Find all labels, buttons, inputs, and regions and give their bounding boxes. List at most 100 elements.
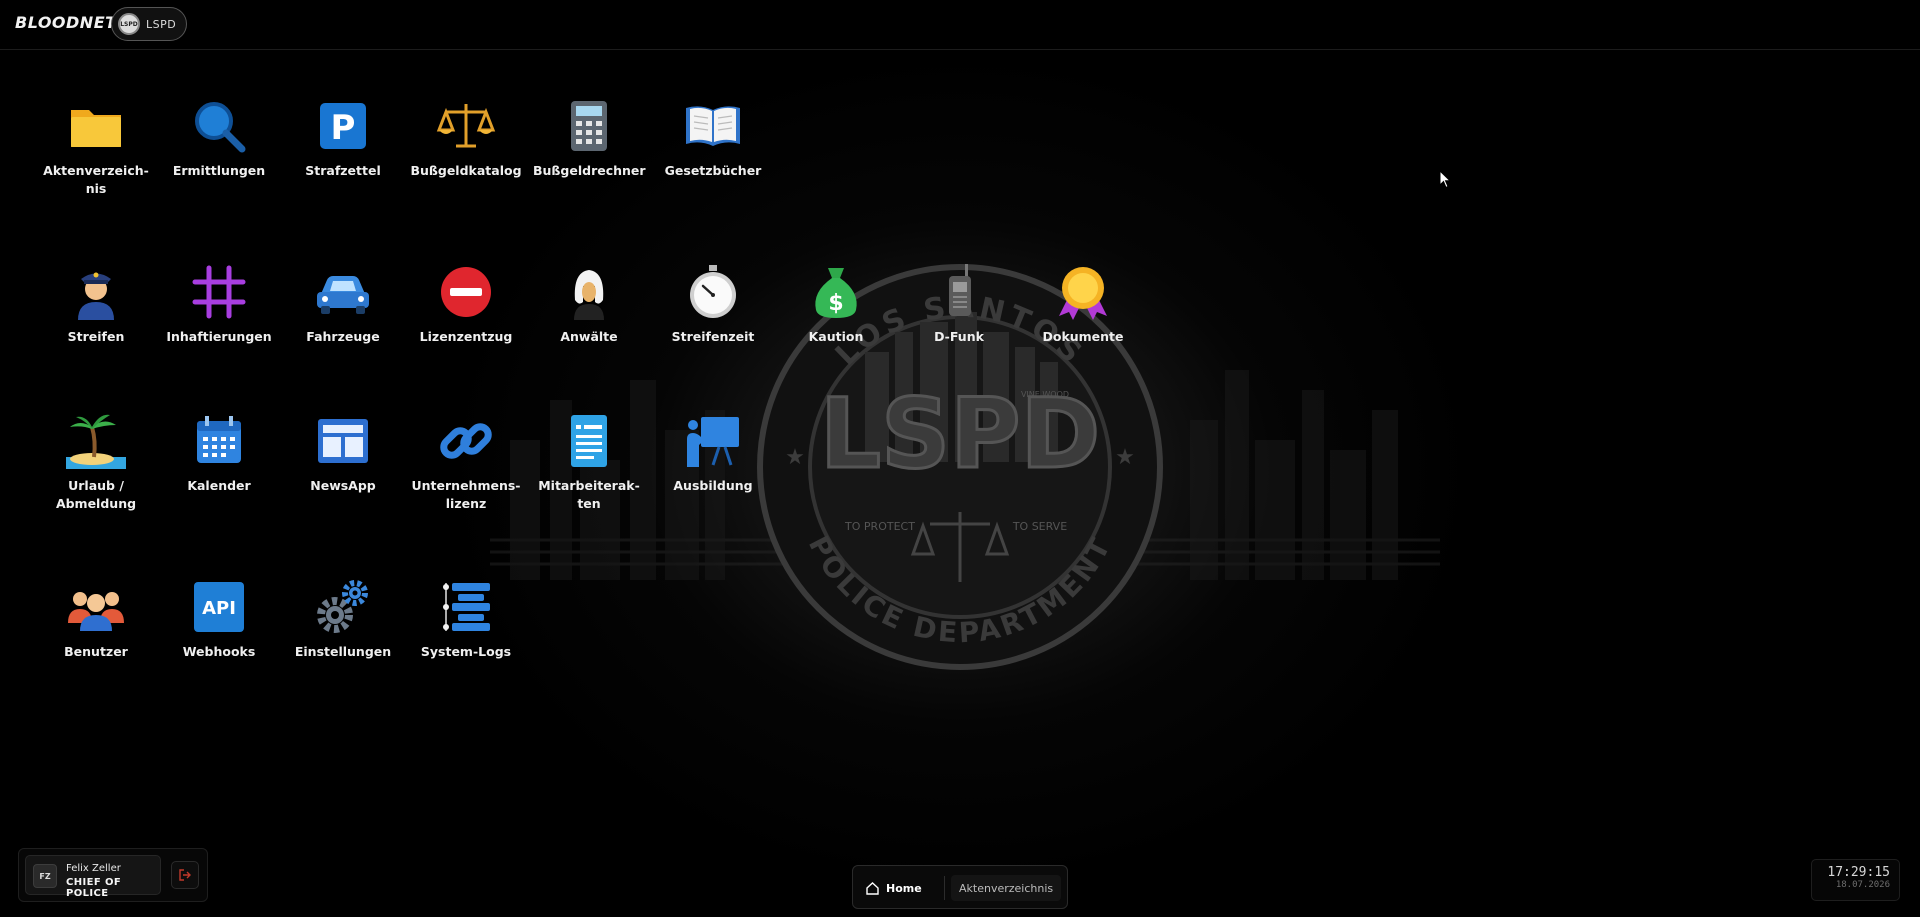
document-icon xyxy=(571,415,607,467)
app-lizenzentzug[interactable]: Lizenzentzug xyxy=(406,262,526,346)
lspd-badge-icon: LSPD xyxy=(118,13,140,35)
users-icon xyxy=(68,592,124,631)
app-bussgeldkatalog[interactable]: Bußgeldkatalog xyxy=(406,96,526,180)
app-streifenzeit[interactable]: Streifenzeit xyxy=(653,262,773,346)
app-label: Benutzer xyxy=(64,644,128,659)
book-icon xyxy=(686,106,740,146)
clock-widget: 17:29:15 18.07.2026 xyxy=(1811,859,1900,901)
mouse-cursor-icon xyxy=(1439,170,1451,189)
app-anwaelte[interactable]: Anwälte xyxy=(529,262,649,346)
svg-text:$: $ xyxy=(828,291,843,316)
app-label: Ermittlungen xyxy=(172,163,266,178)
news-icon xyxy=(318,419,368,463)
calendar-icon xyxy=(197,416,241,463)
brand-logo[interactable]: BLOODNET xyxy=(15,13,117,32)
user-role: CHIEF OF POLICE xyxy=(66,877,122,899)
seal-right-star: ★ xyxy=(1115,445,1135,470)
seal-left-motto: TO PROTECT xyxy=(844,520,915,533)
parking-icon: P xyxy=(320,103,366,149)
app-label: System-Logs xyxy=(420,644,512,659)
app-system-logs[interactable]: System-Logs xyxy=(406,577,526,661)
app-label: Unternehmens-lizenz xyxy=(411,478,521,511)
link-icon xyxy=(440,423,492,459)
scales-icon xyxy=(436,104,496,148)
home-button[interactable]: Home xyxy=(865,875,922,901)
logout-button[interactable] xyxy=(171,861,199,889)
org-switcher-chip[interactable]: LSPD LSPD xyxy=(111,7,187,41)
app-label: Ausbildung xyxy=(673,478,753,493)
seal-small-text: VINE WOOD xyxy=(1021,390,1069,399)
app-dokumente[interactable]: Dokumente xyxy=(1023,262,1143,346)
app-label: Bußgeldrechner xyxy=(533,163,646,178)
app-strafzettel[interactable]: P Strafzettel xyxy=(283,96,403,180)
app-label: D-Funk xyxy=(934,329,984,344)
medal-icon xyxy=(1059,267,1107,320)
org-name: LSPD xyxy=(146,17,177,31)
app-d-funk[interactable]: D-Funk xyxy=(899,262,1019,346)
app-label: Inhaftierungen xyxy=(166,329,272,344)
app-label: Urlaub / Abmeldung xyxy=(55,478,137,511)
home-label: Home xyxy=(886,881,922,895)
app-label: Lizenzentzug xyxy=(419,329,513,344)
app-aktenverzeichnis[interactable]: Aktenverzeich-nis xyxy=(36,96,156,198)
svg-text:API: API xyxy=(202,598,236,619)
app-label: Dokumente xyxy=(1042,329,1124,344)
app-label: Einstellungen xyxy=(294,644,392,659)
seal-right-motto: TO SERVE xyxy=(1012,520,1067,533)
app-streifen[interactable]: Streifen xyxy=(36,262,156,346)
app-bussgeldrechner[interactable]: Bußgeldrechner xyxy=(529,96,649,180)
breadcrumb-tab[interactable]: Aktenverzeichnis xyxy=(951,875,1062,901)
no-entry-icon xyxy=(441,267,491,317)
app-label: Bußgeldkatalog xyxy=(410,163,522,178)
bottom-navigation: Home Aktenverzeichnis xyxy=(852,865,1068,909)
app-benutzer[interactable]: Benutzer xyxy=(36,577,156,661)
app-label: Anwälte xyxy=(560,329,618,344)
app-urlaub-abmeldung[interactable]: Urlaub / Abmeldung xyxy=(36,411,156,513)
app-mitarbeiterakten[interactable]: Mitarbeiterak-ten xyxy=(529,411,649,513)
app-label: Fahrzeuge xyxy=(306,329,380,344)
user-panel: FZ Felix Zeller CHIEF OF POLICE xyxy=(18,848,208,902)
nav-divider xyxy=(944,876,945,900)
app-newsapp[interactable]: NewsApp xyxy=(283,411,403,495)
app-gesetzbuecher[interactable]: Gesetzbücher xyxy=(653,96,773,180)
app-inhaftierungen[interactable]: Inhaftierungen xyxy=(159,262,279,346)
logout-icon xyxy=(179,869,191,881)
app-label: Webhooks xyxy=(182,644,256,659)
app-ermittlungen[interactable]: Ermittlungen xyxy=(159,96,279,180)
clock-time: 17:29:15 xyxy=(1827,865,1890,880)
app-label: Streifenzeit xyxy=(671,329,755,344)
app-unternehmenslizenz[interactable]: Unternehmens-lizenz xyxy=(406,411,526,513)
user-name: Felix Zeller xyxy=(66,863,121,874)
seal-left-star: ★ xyxy=(785,445,805,470)
app-ausbildung[interactable]: Ausbildung xyxy=(653,411,773,495)
list-icon xyxy=(443,583,490,631)
app-label: Streifen xyxy=(67,329,125,344)
svg-text:P: P xyxy=(331,108,356,148)
app-label: Mitarbeiterak-ten xyxy=(538,478,640,511)
top-bar: BLOODNET LSPD LSPD xyxy=(0,0,1920,50)
officer-icon xyxy=(78,272,114,320)
home-icon xyxy=(866,881,879,895)
app-kaution[interactable]: $ Kaution xyxy=(776,262,896,346)
gears-icon xyxy=(317,580,368,633)
app-label: Kaution xyxy=(808,329,864,344)
avatar: FZ xyxy=(33,864,57,888)
money-bag-icon: $ xyxy=(815,268,857,318)
judge-icon xyxy=(574,270,604,320)
app-einstellungen[interactable]: Einstellungen xyxy=(283,577,403,661)
clock-date: 18.07.2026 xyxy=(1835,880,1890,890)
app-kalender[interactable]: Kalender xyxy=(159,411,279,495)
app-label: Kalender xyxy=(187,478,251,493)
app-webhooks[interactable]: API Webhooks xyxy=(159,577,279,661)
bars-icon xyxy=(192,265,246,319)
car-icon xyxy=(317,276,369,314)
radio-icon xyxy=(949,264,971,316)
folder-icon xyxy=(71,110,121,147)
magnifier-icon xyxy=(195,102,246,153)
app-fahrzeuge[interactable]: Fahrzeuge xyxy=(283,262,403,346)
user-profile-card[interactable]: FZ Felix Zeller CHIEF OF POLICE xyxy=(25,855,161,899)
app-label: Gesetzbücher xyxy=(664,163,762,178)
app-label: Aktenverzeich-nis xyxy=(43,163,149,196)
app-label: NewsApp xyxy=(310,478,376,493)
palm-tree-icon xyxy=(66,414,126,469)
